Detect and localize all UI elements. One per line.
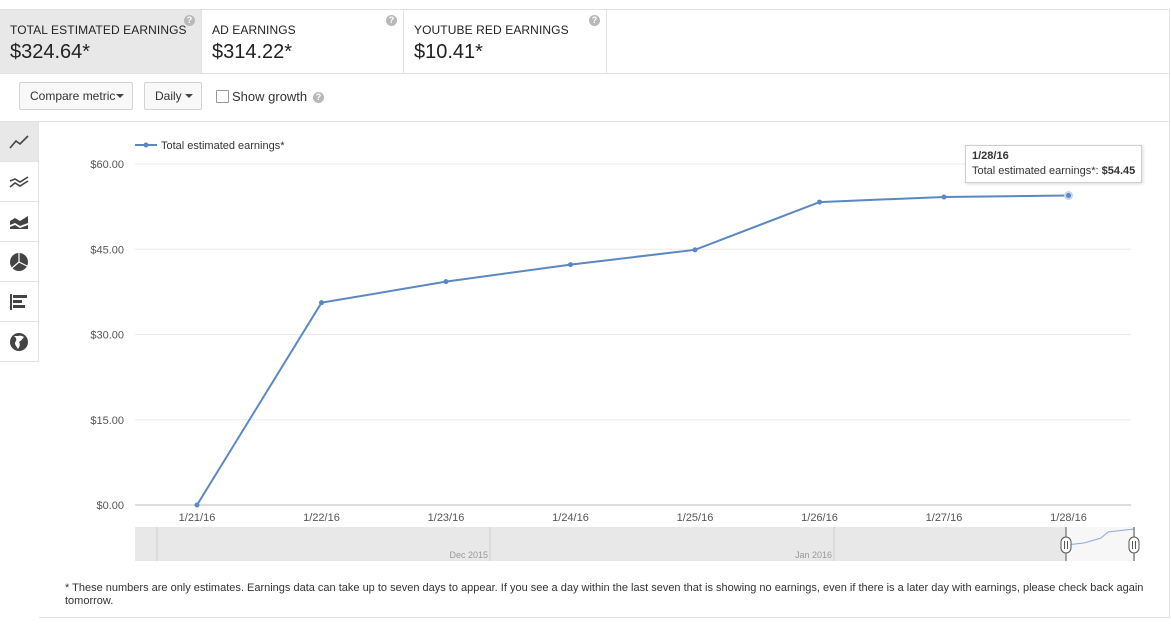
- tooltip-value: $54.45: [1101, 165, 1136, 177]
- x-tick-label: 1/24/16: [552, 512, 589, 524]
- series-line: [196, 194, 1069, 506]
- y-tick-label: $30.00: [90, 330, 124, 342]
- data-point[interactable]: [443, 279, 449, 285]
- timeline-label-dec-2015: Dec 2015: [449, 550, 488, 560]
- earnings-line-chart: $0.00 $15.00 $30.00 $45.00 $60.00 1/21/16 1/2…: [90, 140, 1140, 561]
- tooltip-date: 1/28/16: [972, 150, 1009, 162]
- data-point[interactable]: [692, 247, 698, 253]
- tooltip-series-label: Total estimated earnings*:: [972, 165, 1099, 177]
- estimates-footnote: * These numbers are only estimates. Earn…: [65, 582, 1144, 607]
- chart-tooltip: 1/28/16 Total estimated earnings*: $54.4…: [965, 145, 1142, 183]
- data-point[interactable]: [568, 262, 573, 268]
- legend-label: Total estimated earnings*: [161, 140, 285, 152]
- data-point[interactable]: [817, 199, 822, 205]
- data-point[interactable]: [941, 194, 947, 200]
- x-tick-label: 1/22/16: [303, 512, 340, 524]
- data-point[interactable]: [319, 300, 324, 306]
- x-tick-label: 1/25/16: [677, 512, 714, 524]
- y-tick-label: $60.00: [90, 159, 124, 171]
- y-tick-label: $45.00: [90, 244, 124, 256]
- timeline-background: [135, 527, 1135, 561]
- x-tick-label: 1/23/16: [428, 512, 465, 524]
- y-tick-label: $15.00: [90, 415, 124, 427]
- x-tick-label: 1/26/16: [801, 512, 838, 524]
- x-tick-label: 1/28/16: [1050, 512, 1087, 524]
- legend-marker: [143, 142, 149, 148]
- tooltip-line: Total estimated earnings*: $54.45: [972, 165, 1135, 177]
- timeline-navigator[interactable]: Dec 2015 Jan 2016: [135, 527, 1140, 561]
- y-tick-label: $0.00: [96, 500, 124, 512]
- timeline-label-jan-2016: Jan 2016: [795, 550, 832, 560]
- data-point[interactable]: [194, 502, 200, 508]
- x-tick-label: 1/21/16: [179, 512, 216, 524]
- x-tick-label: 1/27/16: [926, 512, 963, 524]
- data-point[interactable]: [1064, 191, 1073, 201]
